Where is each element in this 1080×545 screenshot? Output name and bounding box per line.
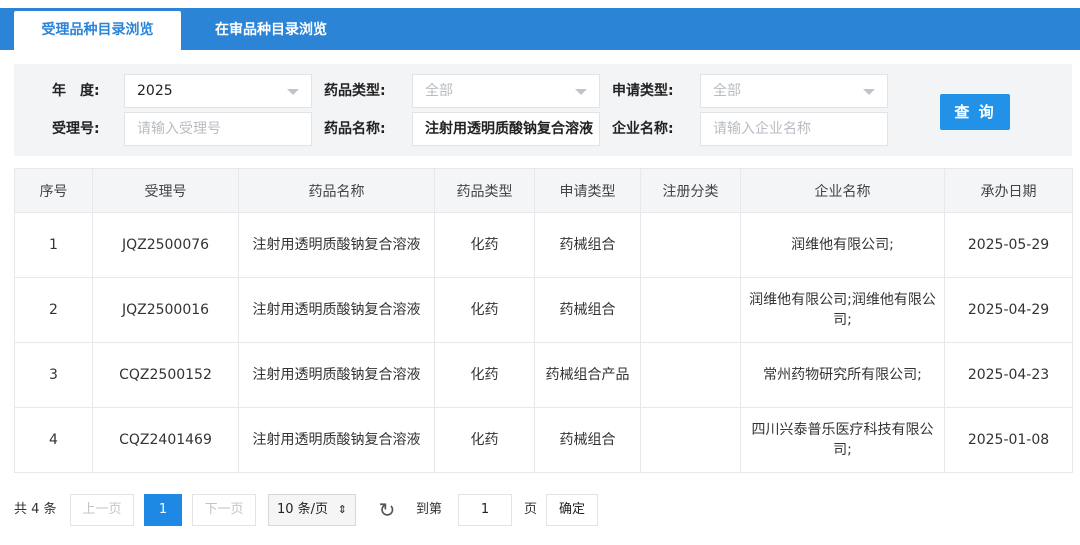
page-size-select[interactable]: 10 条/页 ⇕ [268,494,356,526]
table-row[interactable]: 1 JQZ2500076 注射用透明质酸钠复合溶液 化药 药械组合 润维他有限公… [14,212,1073,278]
year-value: 2025 [137,83,173,99]
goto-page-input[interactable]: 1 [458,494,512,526]
apply-type-value: 全部 [713,83,741,99]
apply-type-label: 申请类型: [612,83,674,99]
next-page-button[interactable]: 下一页 [192,494,256,526]
col-header-apply-type: 申请类型 [534,168,641,213]
cell-company: 常州药物研究所有限公司; [740,342,945,408]
cell-accept-no: JQZ2500016 [92,277,239,343]
cell-accept-no: CQZ2401469 [92,407,239,473]
cell-date: 2025-04-23 [944,342,1073,408]
cell-company: 润维他有限公司;润维他有限公司; [740,277,945,343]
table-row[interactable]: 4 CQZ2401469 注射用透明质酸钠复合溶液 化药 药械组合 四川兴泰普乐… [14,407,1073,473]
refresh-icon[interactable]: ↻ [374,494,400,526]
cell-no: 4 [14,407,93,473]
goto-label: 到第 [416,502,443,517]
results-table: 序号 受理号 药品名称 药品类型 申请类型 注册分类 企业名称 承办日期 1 J… [14,168,1073,473]
col-header-date: 承办日期 [944,168,1073,213]
page-size-value: 10 条/页 [277,502,329,517]
total-count: 共 4 条 [14,502,57,517]
cell-drug-name: 注射用透明质酸钠复合溶液 [238,342,435,408]
cell-apply-type: 药械组合 [534,407,641,473]
updown-arrow-icon: ⇕ [337,503,347,516]
drug-name-input[interactable]: 注射用透明质酸钠复合溶液 [412,112,600,146]
cell-drug-name: 注射用透明质酸钠复合溶液 [238,407,435,473]
accept-no-label: 受理号: [52,121,100,137]
cell-accept-no: JQZ2500076 [92,212,239,278]
page-number-current[interactable]: 1 [144,494,182,526]
col-header-accept-no: 受理号 [92,168,239,213]
results-table-wrap: 序号 受理号 药品名称 药品类型 申请类型 注册分类 企业名称 承办日期 1 J… [14,168,1073,473]
table-row[interactable]: 2 JQZ2500016 注射用透明质酸钠复合溶液 化药 药械组合 润维他有限公… [14,277,1073,343]
cell-no: 3 [14,342,93,408]
cell-apply-type: 药械组合产品 [534,342,641,408]
company-input[interactable]: 请输入企业名称 [700,112,888,146]
chevron-down-icon [575,89,587,95]
cell-drug-type: 化药 [434,277,535,343]
cell-reg-class [640,277,741,343]
search-panel: 年 度: 2025 药品类型: 全部 申请类型: 全部 受理号: 请输入受理号 … [14,64,1072,156]
col-header-drug-name: 药品名称 [238,168,435,213]
tab-accepted-catalog[interactable]: 受理品种目录浏览 [14,11,181,50]
table-row[interactable]: 3 CQZ2500152 注射用透明质酸钠复合溶液 化药 药械组合产品 常州药物… [14,342,1073,408]
cell-drug-type: 化药 [434,212,535,278]
drug-type-value: 全部 [425,83,453,99]
cell-date: 2025-01-08 [944,407,1073,473]
page-suffix: 页 [524,502,538,517]
company-label: 企业名称: [612,121,674,137]
cell-drug-name: 注射用透明质酸钠复合溶液 [238,277,435,343]
cell-drug-type: 化药 [434,342,535,408]
query-button[interactable]: 查 询 [940,94,1010,130]
cell-apply-type: 药械组合 [534,277,641,343]
col-header-no: 序号 [14,168,93,213]
col-header-reg-class: 注册分类 [640,168,741,213]
drug-type-select[interactable]: 全部 [412,74,600,108]
cell-reg-class [640,407,741,473]
cell-no: 1 [14,212,93,278]
accept-no-input[interactable]: 请输入受理号 [124,112,312,146]
apply-type-select[interactable]: 全部 [700,74,888,108]
col-header-drug-type: 药品类型 [434,168,535,213]
drug-name-label: 药品名称: [324,121,386,137]
cell-reg-class [640,342,741,408]
cell-date: 2025-05-29 [944,212,1073,278]
year-label: 年 度: [52,83,100,99]
tab-bar: 受理品种目录浏览 在审品种目录浏览 [0,8,1080,50]
tab-under-review-catalog[interactable]: 在审品种目录浏览 [215,11,327,50]
chevron-down-icon [287,89,299,95]
cell-drug-type: 化药 [434,407,535,473]
cell-company: 润维他有限公司; [740,212,945,278]
cell-no: 2 [14,277,93,343]
cell-date: 2025-04-29 [944,277,1073,343]
cell-reg-class [640,212,741,278]
table-header-row: 序号 受理号 药品名称 药品类型 申请类型 注册分类 企业名称 承办日期 [14,168,1073,213]
chevron-down-icon [863,89,875,95]
cell-apply-type: 药械组合 [534,212,641,278]
drug-type-label: 药品类型: [324,83,386,99]
year-select[interactable]: 2025 [124,74,312,108]
col-header-company: 企业名称 [740,168,945,213]
cell-drug-name: 注射用透明质酸钠复合溶液 [238,212,435,278]
prev-page-button[interactable]: 上一页 [70,494,134,526]
cell-company: 四川兴泰普乐医疗科技有限公司; [740,407,945,473]
cell-accept-no: CQZ2500152 [92,342,239,408]
confirm-goto-button[interactable]: 确定 [546,494,598,526]
